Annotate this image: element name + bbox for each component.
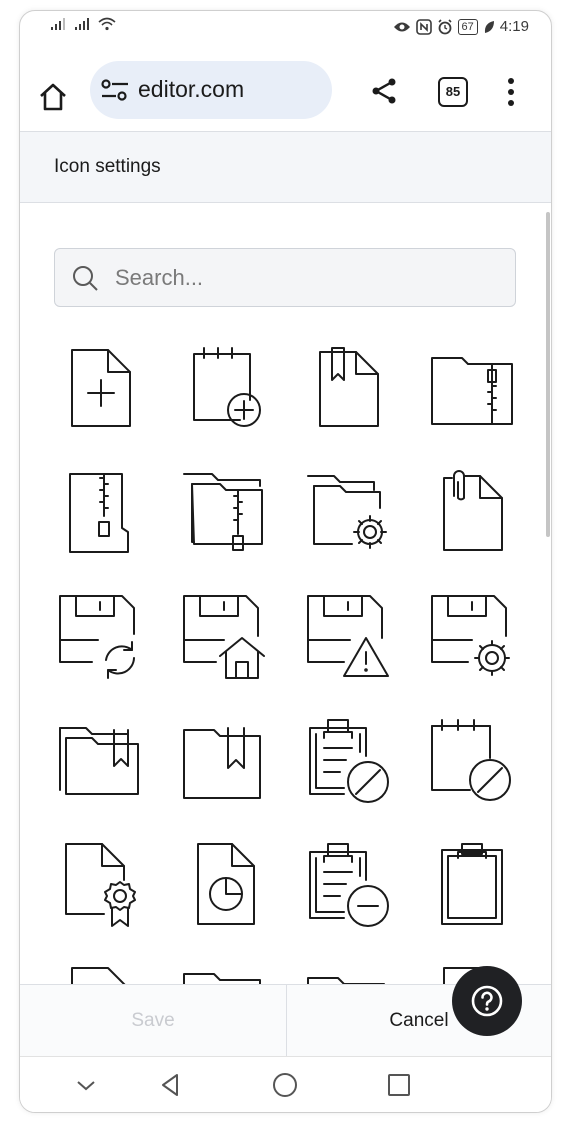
clipboard-forbid-icon — [309, 719, 389, 803]
folder-icon — [307, 977, 385, 984]
clipboard-minus-icon — [309, 843, 389, 927]
file-bookmark-icon — [319, 347, 379, 427]
icon-option[interactable] — [178, 962, 270, 984]
dialog-header: Icon settings — [20, 131, 551, 203]
chevron-down-icon[interactable] — [72, 1071, 100, 1099]
folders-zip-icon — [183, 473, 263, 551]
search-input[interactable] — [113, 261, 497, 295]
file-paperclip-icon — [443, 470, 503, 551]
wifi-icon — [98, 17, 116, 31]
share-icon[interactable] — [370, 77, 398, 105]
folder-bookmark-icon — [183, 727, 261, 799]
dialog-title: Icon settings — [54, 156, 161, 177]
icon-option[interactable] — [302, 838, 394, 930]
signal-icon — [75, 18, 89, 30]
leaf-icon — [484, 20, 494, 33]
save-button[interactable]: Save — [20, 985, 286, 1056]
system-nav-bar — [20, 1056, 551, 1112]
notepad-plus-icon — [193, 347, 261, 427]
recents-icon[interactable] — [385, 1071, 413, 1099]
file-zip-icon — [69, 473, 129, 553]
file-chart-pie-icon — [197, 843, 255, 925]
folder-settings-icon — [307, 475, 387, 549]
tab-switcher-button[interactable]: 85 — [438, 77, 468, 107]
icon-option[interactable] — [426, 590, 518, 682]
icon-option[interactable] — [178, 342, 270, 434]
icon-option[interactable] — [426, 466, 518, 558]
site-settings-icon[interactable] — [100, 79, 130, 101]
home-icon[interactable] — [38, 82, 68, 112]
back-icon[interactable] — [157, 1071, 185, 1099]
icon-option[interactable] — [426, 342, 518, 434]
save-settings-icon — [431, 595, 510, 676]
icon-option[interactable] — [54, 342, 146, 434]
file-award-icon — [65, 843, 136, 927]
clipboard-icon — [441, 843, 503, 925]
nfc-icon — [415, 18, 432, 35]
folder-zip-icon — [431, 357, 513, 425]
icon-option[interactable] — [426, 714, 518, 806]
icon-option[interactable] — [54, 590, 146, 682]
status-time: 4:19 — [499, 18, 529, 35]
icon-option[interactable] — [302, 714, 394, 806]
icon-option[interactable] — [178, 590, 270, 682]
icon-option[interactable] — [178, 466, 270, 558]
icon-option[interactable] — [178, 838, 270, 930]
icon-option[interactable] — [426, 838, 518, 930]
icon-option[interactable] — [54, 838, 146, 930]
folders-bookmark-icon — [59, 727, 139, 795]
address-bar[interactable]: editor.com — [90, 61, 332, 119]
icon-option[interactable] — [54, 466, 146, 558]
icon-option[interactable] — [54, 714, 146, 806]
icon-option[interactable] — [302, 466, 394, 558]
search-icon — [73, 266, 98, 291]
signal-icon — [51, 18, 65, 30]
status-bar: 67 4:19 — [20, 11, 551, 45]
folder-icon — [183, 973, 261, 984]
alarm-icon — [437, 18, 452, 34]
home-nav-icon[interactable] — [271, 1071, 299, 1099]
scrollbar[interactable] — [546, 212, 550, 537]
save-sync-icon — [59, 595, 135, 679]
save-home-icon — [183, 595, 265, 679]
help-button[interactable] — [452, 966, 522, 1036]
icon-option[interactable] — [178, 714, 270, 806]
file-plus-icon — [71, 349, 131, 427]
phone-frame: 67 4:19 editor.com 85 Icon settings Sear… — [19, 10, 552, 1113]
icon-picker — [20, 202, 551, 984]
icon-option[interactable] — [302, 590, 394, 682]
search-box — [54, 248, 516, 307]
icon-option[interactable] — [302, 342, 394, 434]
url-text: editor.com — [138, 76, 245, 102]
browser-toolbar: editor.com 85 — [20, 45, 551, 131]
help-icon — [471, 985, 503, 1017]
eye-icon — [393, 22, 410, 31]
notepad-forbid-icon — [431, 719, 511, 801]
save-warning-icon — [307, 595, 389, 677]
battery-icon: 67 — [457, 18, 478, 35]
file-icon — [71, 967, 126, 984]
icon-option[interactable] — [302, 962, 394, 984]
more-options-icon[interactable] — [501, 77, 521, 107]
icon-option[interactable] — [54, 962, 146, 984]
